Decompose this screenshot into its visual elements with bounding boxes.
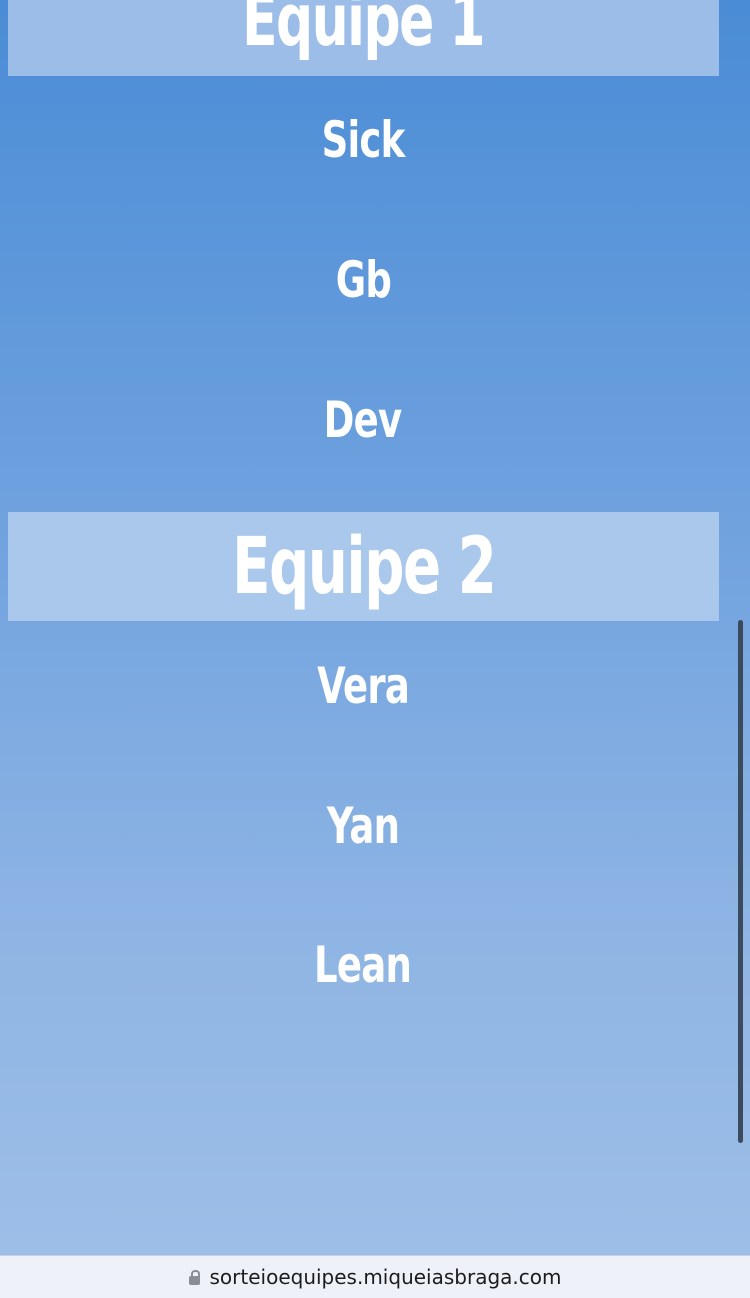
team-2-player-3: Lean bbox=[314, 936, 412, 994]
vertical-scrollbar[interactable] bbox=[738, 620, 743, 1143]
lock-icon bbox=[188, 1270, 200, 1285]
team-2-title: Equipe 2 bbox=[231, 521, 497, 612]
team-2-player-2: Yan bbox=[326, 797, 400, 855]
url-text[interactable]: sorteioequipes.miqueiasbraga.com bbox=[210, 1265, 562, 1289]
team-1-header: Equipe 1 bbox=[8, 0, 719, 76]
team-2-header: Equipe 2 bbox=[8, 512, 719, 621]
team-2-player-1: Vera bbox=[317, 657, 410, 715]
team-1-title: Equipe 1 bbox=[242, 0, 486, 62]
teams-view[interactable]: Equipe 1 Sick Gb Dev Equipe 2 Vera Yan L… bbox=[0, 0, 750, 1255]
team-1-player-3: Dev bbox=[324, 391, 402, 449]
page: Equipe 1 Sick Gb Dev Equipe 2 Vera Yan L… bbox=[0, 0, 750, 1298]
browser-url-bar[interactable]: sorteioequipes.miqueiasbraga.com bbox=[0, 1255, 750, 1298]
team-1-player-2: Gb bbox=[335, 251, 391, 309]
team-1-player-1: Sick bbox=[321, 111, 406, 169]
